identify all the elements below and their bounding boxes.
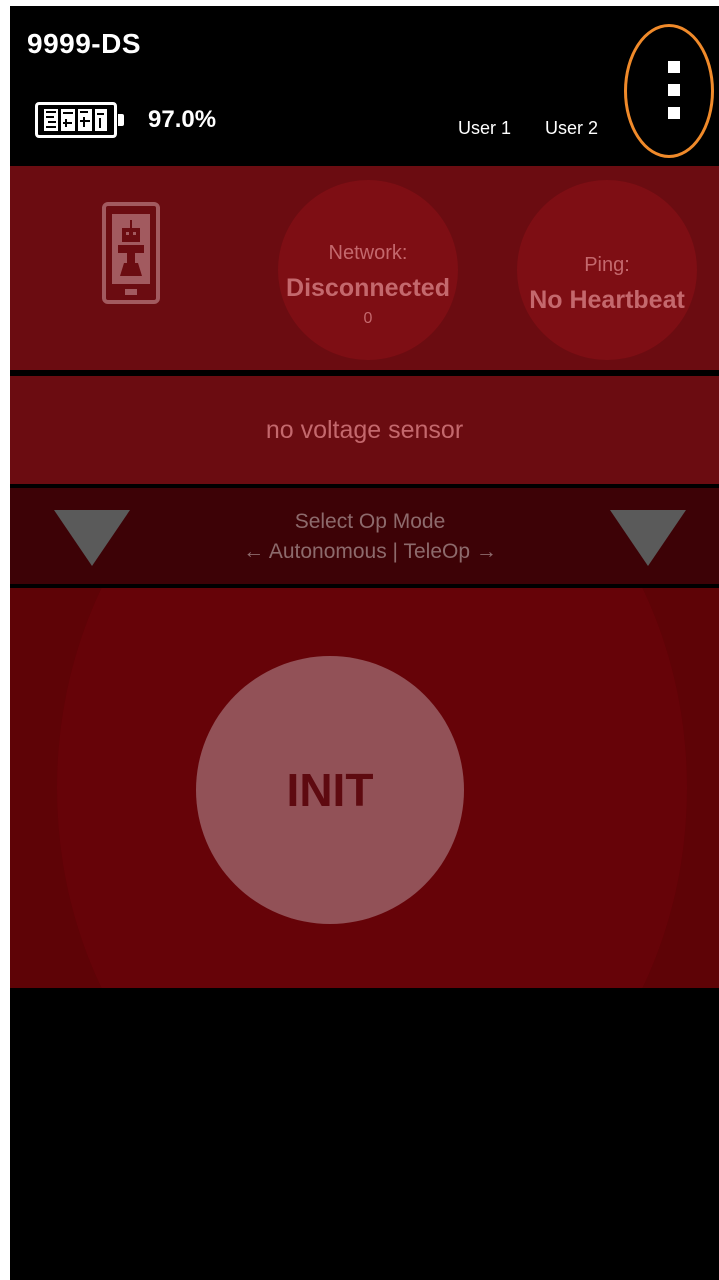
voltage-panel: no voltage sensor <box>10 376 719 484</box>
overflow-menu-button[interactable] <box>624 24 714 158</box>
network-status: Network: Disconnected 0 <box>278 180 458 360</box>
robot-phone-icon <box>102 202 160 304</box>
user-1-label[interactable]: User 1 <box>458 118 511 139</box>
battery-icon <box>35 102 124 138</box>
init-button[interactable]: INIT <box>196 656 464 924</box>
ping-label: Ping: <box>584 254 630 276</box>
ping-value: No Heartbeat <box>529 286 685 314</box>
driver-station-screen: 9999-DS 97.0% User 1 User 2 Network: Dis… <box>10 6 719 1280</box>
header: 9999-DS 97.0% User 1 User 2 <box>10 6 719 166</box>
opmode-hint: ← Autonomous | TeleOp → <box>243 540 497 563</box>
battery-nub <box>118 114 124 126</box>
battery-percentage: 97.0% <box>148 106 217 133</box>
network-label: Network: <box>328 242 408 264</box>
network-count: 0 <box>363 310 373 327</box>
overflow-menu-dot <box>668 84 680 96</box>
device-name: 9999-DS <box>27 28 142 59</box>
opmode-selector: Select Op Mode ← Autonomous | TeleOp → <box>10 488 719 584</box>
network-value: Disconnected <box>286 274 450 302</box>
init-area: INIT <box>10 588 719 988</box>
ping-status: Ping: No Heartbeat <box>517 180 697 360</box>
overflow-menu-icon <box>668 61 680 73</box>
autonomous-dropdown-triangle-icon[interactable] <box>54 510 130 566</box>
user-2-label[interactable]: User 2 <box>545 118 598 139</box>
overflow-menu-dot <box>668 107 680 119</box>
opmode-title: Select Op Mode <box>294 510 446 533</box>
teleop-dropdown-triangle-icon[interactable] <box>610 510 686 566</box>
connection-status-panel: Network: Disconnected 0 Ping: No Heartbe… <box>10 166 719 370</box>
battery-level-glyph <box>44 109 107 131</box>
